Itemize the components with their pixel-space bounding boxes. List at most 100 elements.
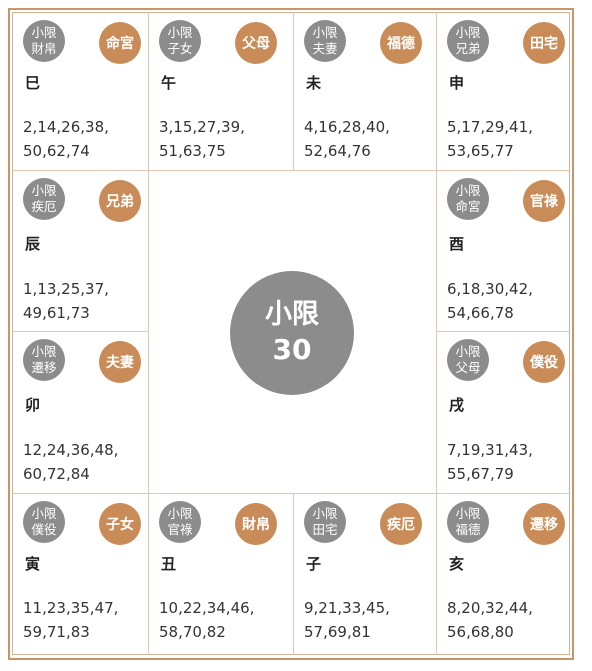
palace-name-badge: 福德 (380, 22, 422, 64)
grid-line (148, 170, 149, 655)
xiaoxian-badge-line1: 小限 (31, 506, 57, 521)
xiaoxian-badge-line1: 小限 (455, 506, 481, 521)
age-list-line1: 12,24,36,48, (23, 441, 119, 459)
age-list-line2: 50,62,74 (23, 142, 90, 160)
xiaoxian-badge-line1: 小限 (455, 344, 481, 359)
earthly-branch-label: 酉 (449, 235, 465, 253)
age-list-line2: 57,69,81 (304, 623, 371, 641)
earthly-branch-label: 亥 (449, 555, 465, 573)
xiaoxian-badge: 小限 田宅 (304, 501, 346, 543)
center-value: 30 (272, 333, 312, 366)
age-list-line2: 49,61,73 (23, 304, 90, 322)
age-list-line2: 53,65,77 (447, 142, 514, 160)
xiaoxian-badge-line1: 小限 (167, 506, 193, 521)
age-list: 1,13,25,37, 49,61,73 (23, 277, 109, 325)
age-list: 10,22,34,46, 58,70,82 (159, 596, 254, 644)
age-list: 5,17,29,41, 53,65,77 (447, 115, 533, 163)
palace-name-badge: 遷移 (523, 503, 565, 545)
xiaoxian-badge: 小限 官祿 (159, 501, 201, 543)
earthly-branch-label: 丑 (161, 555, 177, 573)
age-list-line1: 1,13,25,37, (23, 280, 109, 298)
xiaoxian-badge: 小限 兄弟 (447, 20, 489, 62)
earthly-branch-label: 午 (161, 74, 177, 92)
age-list-line1: 10,22,34,46, (159, 599, 255, 617)
grid-line (12, 331, 148, 332)
grid-line (293, 12, 294, 170)
xiaoxian-badge: 小限 財帛 (23, 20, 65, 62)
age-list: 7,19,31,43, 55,67,79 (447, 438, 533, 486)
xiaoxian-badge: 小限 福德 (447, 501, 489, 543)
xiaoxian-badge-line1: 小限 (312, 506, 338, 521)
xiaoxian-badge-line1: 小限 (167, 25, 193, 40)
age-list-line1: 5,17,29,41, (447, 118, 533, 136)
xiaoxian-badge-line1: 小限 (455, 25, 481, 40)
age-list-line1: 3,15,27,39, (159, 118, 245, 136)
xiaoxian-badge-line2: 命宮 (455, 199, 481, 214)
age-list-line1: 9,21,33,45, (304, 599, 390, 617)
center-xiaoxian-badge: 小限 30 (230, 271, 354, 395)
palace-name-badge: 疾厄 (380, 503, 422, 545)
xiaoxian-badge-line2: 父母 (455, 360, 481, 375)
age-list-line2: 55,67,79 (447, 465, 514, 483)
xiaoxian-badge-line2: 田宅 (312, 522, 338, 537)
xiaoxian-badge-line1: 小限 (455, 183, 481, 198)
earthly-branch-label: 子 (306, 555, 322, 573)
age-list-line1: 6,18,30,42, (447, 280, 533, 298)
palace-name-badge: 官祿 (523, 180, 565, 222)
age-list-line2: 51,63,75 (159, 142, 226, 160)
age-list-line1: 11,23,35,47, (23, 599, 119, 617)
age-list-line2: 54,66,78 (447, 304, 514, 322)
palace-name-badge: 兄弟 (99, 180, 141, 222)
grid-line (148, 12, 149, 170)
grid-line (436, 331, 570, 332)
earthly-branch-label: 卯 (25, 396, 41, 414)
age-list-line2: 59,71,83 (23, 623, 90, 641)
xiaoxian-badge-line1: 小限 (31, 183, 57, 198)
age-list-line2: 56,68,80 (447, 623, 514, 641)
palace-name-badge: 父母 (235, 22, 277, 64)
xiaoxian-badge-line2: 夫妻 (312, 41, 338, 56)
age-list-line1: 8,20,32,44, (447, 599, 533, 617)
xiaoxian-badge-line2: 官祿 (167, 522, 193, 537)
age-list: 3,15,27,39, 51,63,75 (159, 115, 245, 163)
age-list: 9,21,33,45, 57,69,81 (304, 596, 390, 644)
age-list-line1: 2,14,26,38, (23, 118, 109, 136)
palace-name-badge: 財帛 (235, 503, 277, 545)
xiaoxian-badge-line1: 小限 (312, 25, 338, 40)
age-list: 6,18,30,42, 54,66,78 (447, 277, 533, 325)
age-list: 12,24,36,48, 60,72,84 (23, 438, 118, 486)
age-list-line1: 7,19,31,43, (447, 441, 533, 459)
age-list-line2: 52,64,76 (304, 142, 371, 160)
age-list: 2,14,26,38, 50,62,74 (23, 115, 109, 163)
xiaoxian-badge: 小限 疾厄 (23, 178, 65, 220)
xiaoxian-badge: 小限 僕役 (23, 501, 65, 543)
age-list-line2: 58,70,82 (159, 623, 226, 641)
age-list-line1: 4,16,28,40, (304, 118, 390, 136)
xiaoxian-badge: 小限 命宮 (447, 178, 489, 220)
xiaoxian-badge-line1: 小限 (31, 344, 57, 359)
palace-name-badge: 命宮 (99, 22, 141, 64)
xiaoxian-badge-line1: 小限 (31, 25, 57, 40)
xiaoxian-badge-line2: 福德 (455, 522, 481, 537)
age-list: 11,23,35,47, 59,71,83 (23, 596, 118, 644)
grid-line (293, 493, 294, 655)
grid-line (12, 493, 570, 494)
palace-name-badge: 田宅 (523, 22, 565, 64)
palace-name-badge: 子女 (99, 503, 141, 545)
xiaoxian-badge: 小限 子女 (159, 20, 201, 62)
earthly-branch-label: 戌 (449, 396, 465, 414)
xiaoxian-badge-line2: 子女 (167, 41, 193, 56)
earthly-branch-label: 辰 (25, 235, 41, 253)
earthly-branch-label: 巳 (25, 74, 41, 92)
xiaoxian-badge-line2: 遷移 (31, 360, 57, 375)
earthly-branch-label: 未 (306, 74, 322, 92)
xiaoxian-badge-line2: 僕役 (31, 522, 57, 537)
center-label: 小限 (265, 299, 319, 330)
xiaoxian-badge: 小限 父母 (447, 339, 489, 381)
age-list-line2: 60,72,84 (23, 465, 90, 483)
grid-line (12, 170, 570, 171)
palace-name-badge: 夫妻 (99, 341, 141, 383)
palace-name-badge: 僕役 (523, 341, 565, 383)
age-list: 8,20,32,44, 56,68,80 (447, 596, 533, 644)
earthly-branch-label: 寅 (25, 555, 41, 573)
